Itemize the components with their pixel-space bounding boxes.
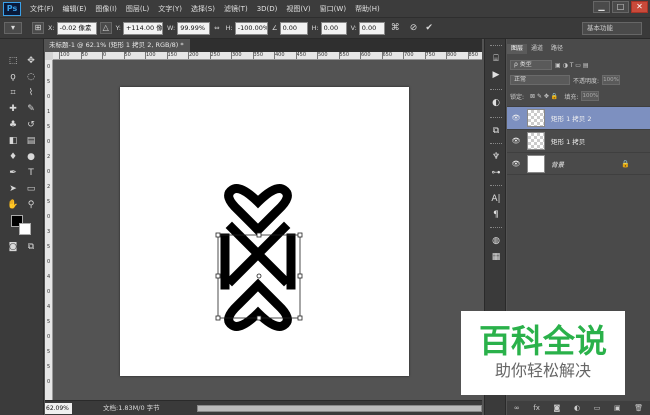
history-panel-icon[interactable]: ⌸	[488, 53, 504, 66]
delete-layer-icon[interactable]: 🗑	[634, 404, 643, 412]
visibility-eye-icon[interactable]: 👁	[507, 160, 525, 168]
dock-grip[interactable]	[490, 143, 502, 146]
status-bar: 62.09% 文档:1.83M/0 字节	[45, 400, 482, 415]
paragraph-panel-icon[interactable]: ¶	[488, 209, 504, 222]
tab-channels[interactable]: 通道	[527, 44, 547, 54]
blend-row: 正常 不透明度: 100%	[507, 73, 650, 87]
color-panel-icon[interactable]: ◐	[488, 97, 504, 110]
new-layer-icon[interactable]: ▣	[614, 404, 621, 412]
layer-thumbnail	[527, 132, 545, 150]
layer-name: 矩形 1 拷贝 2	[551, 115, 592, 123]
kind-filter-select[interactable]: ρ 类型	[510, 60, 552, 70]
opacity-field[interactable]: 100%	[602, 75, 621, 85]
layer-name: 背景	[551, 160, 564, 169]
layer-thumbnail	[527, 109, 545, 127]
layers-footer: ∞ fx ◙ ◐ ▭ ▣ 🗑	[507, 401, 650, 415]
panel-tabs: 图层 通道 路径	[507, 44, 650, 54]
visibility-eye-icon[interactable]: 👁	[507, 137, 525, 145]
lock-icon: 🔒	[621, 159, 630, 168]
visibility-eye-icon[interactable]: 👁	[507, 114, 525, 122]
link-layers-icon[interactable]: ∞	[514, 404, 520, 412]
horizontal-scrollbar[interactable]	[197, 405, 482, 412]
layer-row[interactable]: 👁 背景 🔒	[507, 152, 650, 175]
lock-row: 锁定: ⊠ ✎ ✥ 🔒 填充: 100%	[507, 89, 650, 103]
fx-icon[interactable]: fx	[533, 404, 540, 412]
fill-field[interactable]: 100%	[581, 91, 600, 101]
adjustments-icon[interactable]: ⊶	[488, 167, 504, 180]
character-panel-icon[interactable]: A|	[488, 193, 504, 206]
layer-name: 矩形 1 拷贝	[551, 138, 586, 146]
filter-icons[interactable]: ▣ ◑ T ▭ ▤	[555, 62, 589, 69]
layer-filter-row: ρ 类型 ▣ ◑ T ▭ ▤	[507, 58, 650, 72]
layer-thumbnail	[527, 154, 545, 173]
grid-panel-icon[interactable]: ▦	[488, 251, 504, 264]
watermark: 百科全说 助你轻松解决	[461, 311, 625, 395]
brush-presets-icon[interactable]: ♆	[488, 151, 504, 164]
watermark-subtitle: 助你轻松解决	[494, 361, 591, 380]
adjustment-layer-icon[interactable]: ◐	[574, 404, 580, 412]
lock-label: 锁定:	[510, 93, 525, 101]
layer-row[interactable]: 👁 矩形 1 拷贝	[507, 129, 650, 152]
dock-grip[interactable]	[490, 117, 502, 120]
layer-comps-icon[interactable]: ⧉	[488, 125, 504, 138]
dock-grip[interactable]	[490, 227, 502, 230]
watermark-title: 百科全说	[478, 322, 607, 360]
dock-grip[interactable]	[490, 45, 502, 48]
x-heart-shape	[220, 184, 296, 331]
dock-grip[interactable]	[490, 185, 502, 188]
layer-row[interactable]: 👁 矩形 1 拷贝 2	[507, 106, 650, 129]
lock-icons[interactable]: ⊠ ✎ ✥ 🔒	[530, 93, 558, 100]
tab-layers[interactable]: 图层	[507, 44, 528, 54]
dock-grip[interactable]	[490, 89, 502, 92]
zoom-field[interactable]: 62.09%	[45, 403, 72, 414]
opacity-label: 不透明度:	[573, 77, 600, 85]
document-info[interactable]: 文档:1.83M/0 字节	[103, 403, 160, 414]
tab-paths[interactable]: 路径	[547, 44, 567, 54]
blend-mode-select[interactable]: 正常	[510, 75, 570, 85]
add-mask-icon[interactable]: ◙	[554, 404, 561, 412]
3d-panel-icon[interactable]: ◍	[488, 235, 504, 248]
actions-panel-icon[interactable]: ▶	[488, 69, 504, 82]
new-group-icon[interactable]: ▭	[594, 404, 601, 412]
fill-label: 填充:	[564, 93, 579, 101]
